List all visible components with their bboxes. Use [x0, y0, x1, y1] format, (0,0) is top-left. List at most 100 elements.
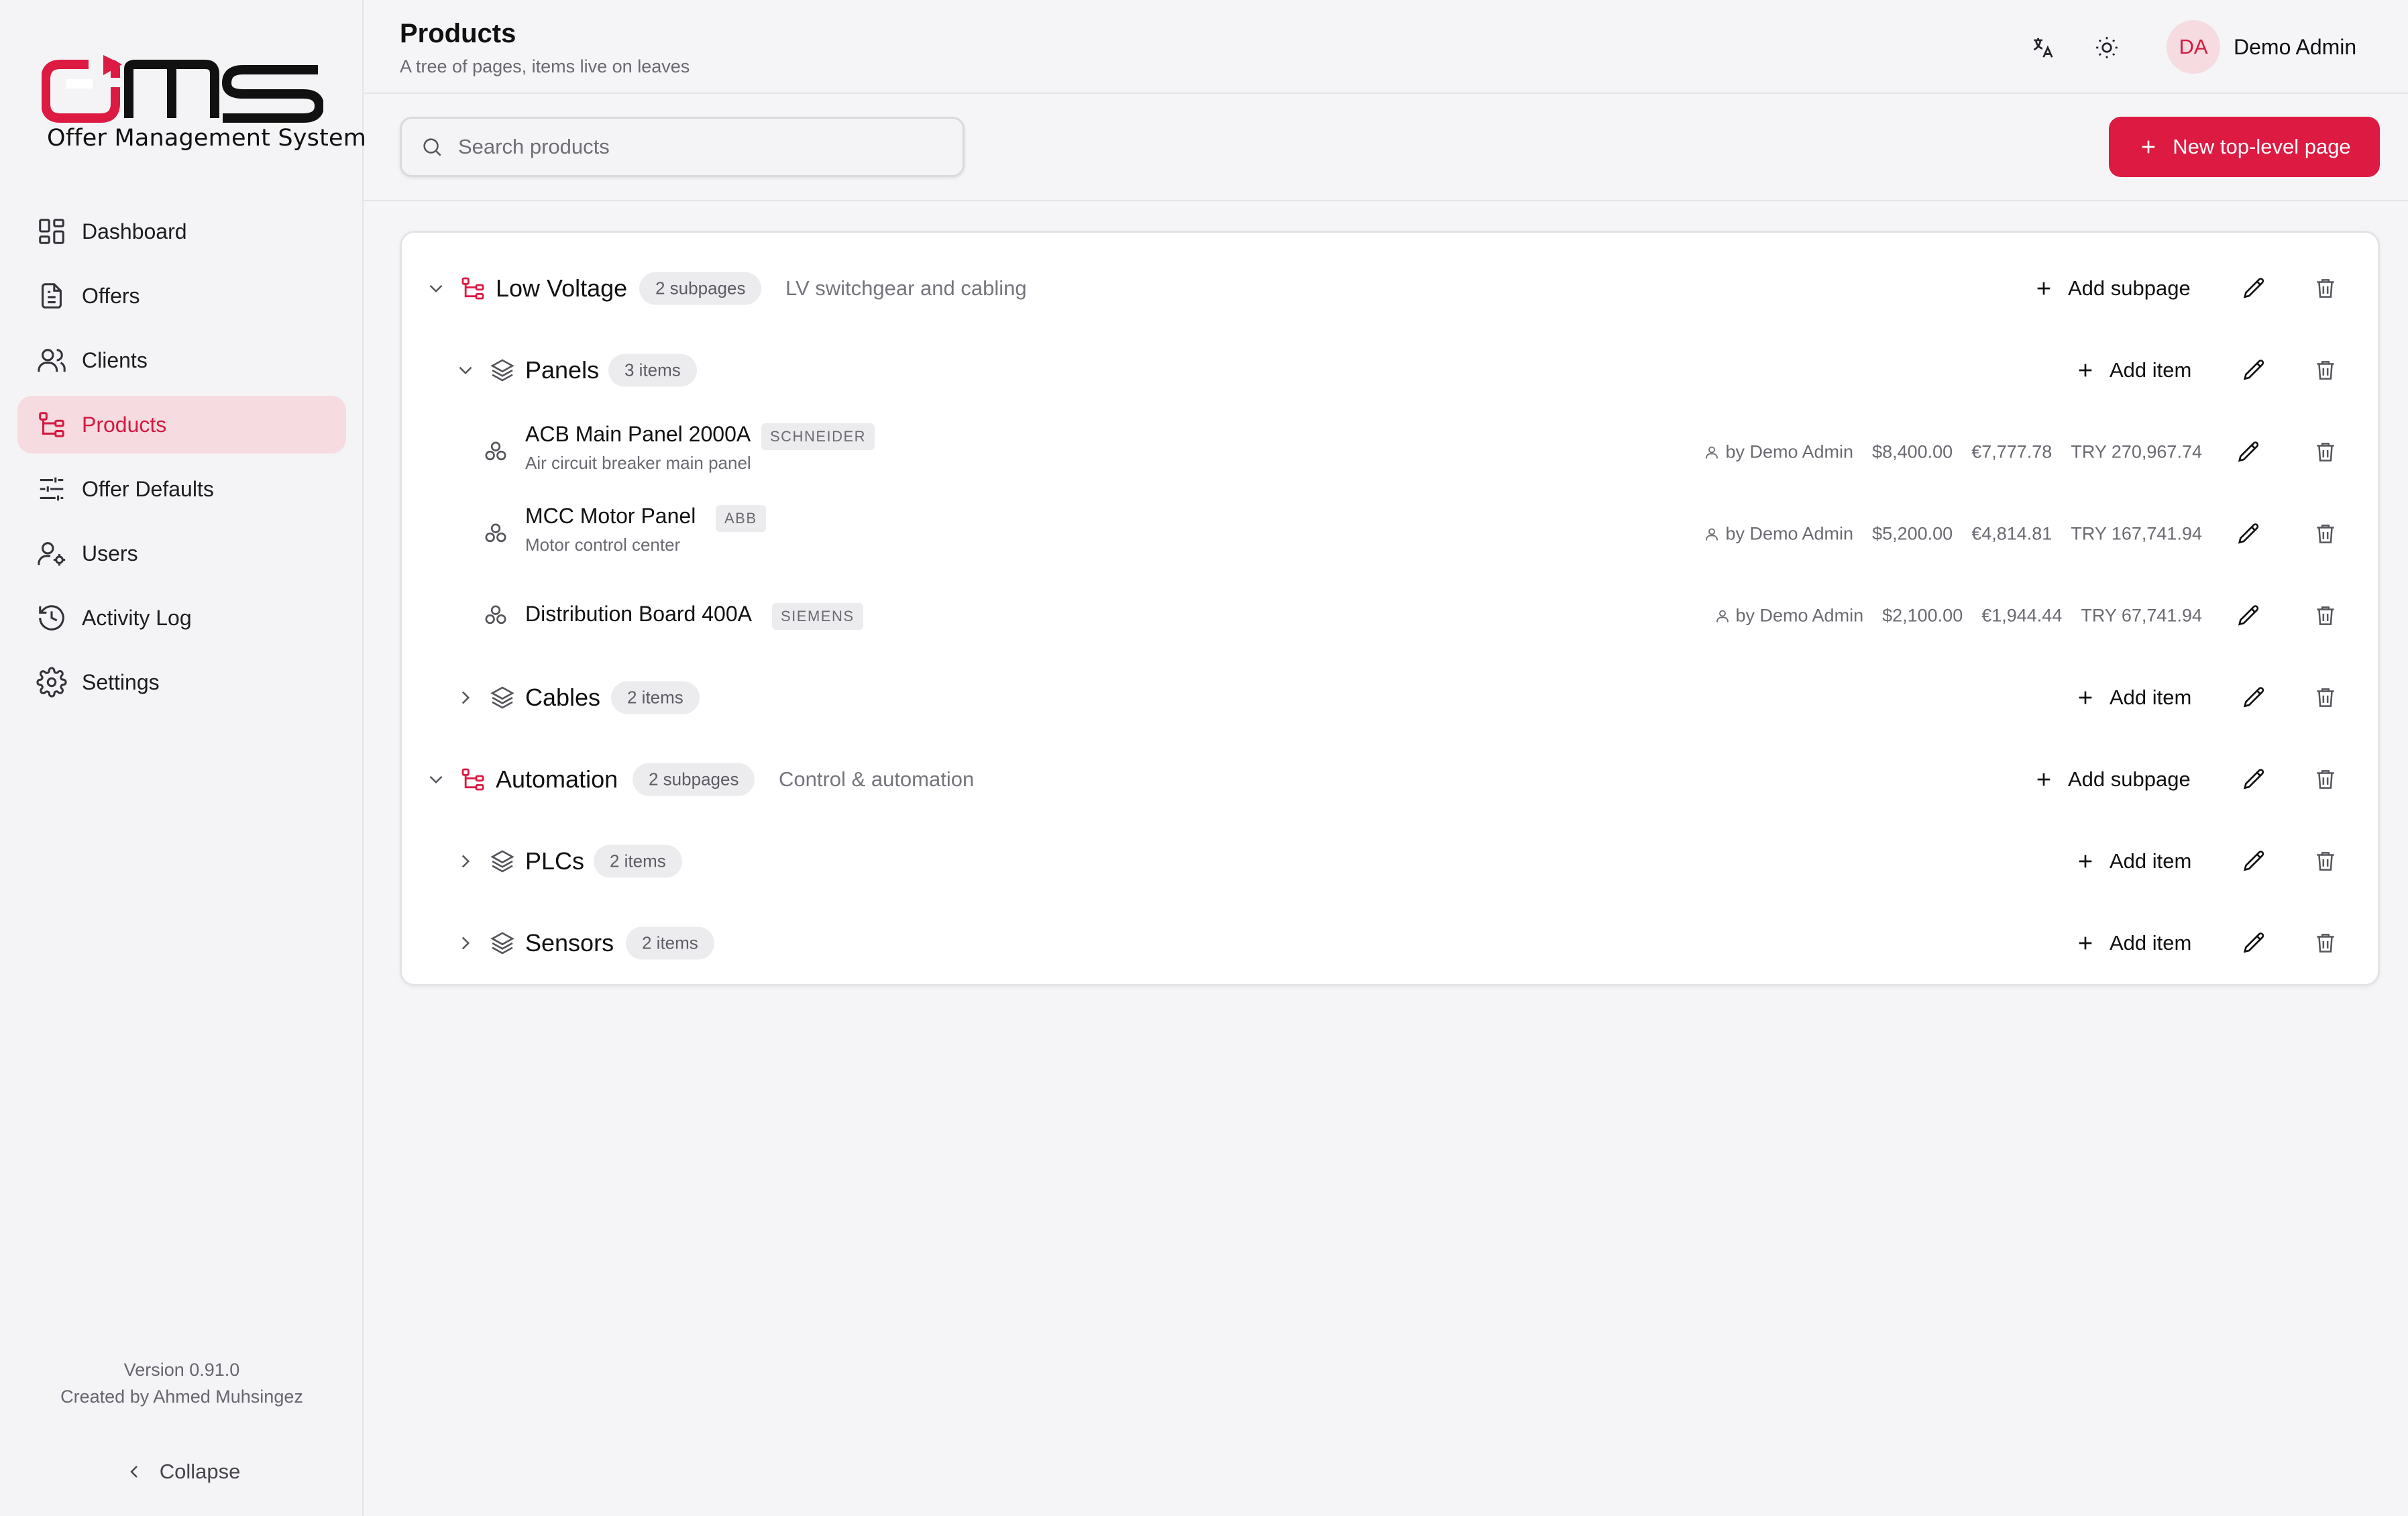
sidebar-item-label: Users [82, 541, 138, 565]
sidebar-nav: Dashboard Offers Clients Products Offer … [17, 203, 346, 718]
delete-button[interactable] [2311, 356, 2340, 385]
subpage-name: Cables [525, 684, 601, 711]
collapse-button[interactable]: Collapse [0, 1454, 364, 1489]
components-icon [485, 605, 506, 625]
add-subpage-label: Add subpage [2068, 276, 2191, 300]
product-item-row[interactable]: ACB Main Panel 2000A SCHNEIDER Air circu… [402, 411, 2378, 493]
user-name: Demo Admin [2234, 34, 2357, 59]
sidebar-item-settings[interactable]: Settings [17, 653, 346, 711]
tree-page-row[interactable]: Low Voltage 2 subpages LV switchgear and… [402, 248, 2378, 329]
chevron-down-icon[interactable] [454, 359, 477, 382]
sidebar-item-dashboard[interactable]: Dashboard [17, 203, 346, 260]
edit-button[interactable] [2240, 847, 2269, 876]
layers-icon [490, 686, 514, 709]
add-subpage-button[interactable]: Add subpage [2033, 268, 2191, 309]
delete-button[interactable] [2311, 683, 2340, 712]
sidebar-item-activity-log[interactable]: Activity Log [17, 589, 346, 647]
trash-icon [2317, 770, 2334, 789]
subpage-name: PLCs [525, 847, 585, 875]
item-description: Air circuit breaker main panel [525, 453, 751, 473]
delete-button[interactable] [2311, 765, 2340, 794]
add-item-button[interactable]: Add item [2075, 841, 2191, 881]
chevron-down-icon[interactable] [425, 277, 447, 300]
product-tree: Low Voltage 2 subpages LV switchgear and… [400, 231, 2380, 986]
product-item-row[interactable]: Distribution Board 400A SIEMENS by Demo … [402, 575, 2378, 657]
add-item-button[interactable]: Add item [2075, 350, 2191, 390]
plus-icon [2079, 691, 2092, 704]
sidebar-item-label: Offer Defaults [82, 476, 214, 501]
credit-text: Created by Ahmed Muhsingez [60, 1387, 303, 1407]
tree-subpage-row[interactable]: Panels 3 items Add item [402, 329, 2378, 411]
edit-button[interactable] [2234, 519, 2264, 549]
sidebar-item-offers[interactable]: Offers [17, 267, 346, 325]
chevron-down-icon[interactable] [425, 768, 447, 791]
plus-icon [2037, 282, 2050, 295]
page-name: Low Voltage [496, 274, 628, 302]
edit-button[interactable] [2240, 356, 2269, 385]
theme-toggle-button[interactable] [2089, 30, 2125, 66]
user-icon [1706, 528, 1718, 540]
delete-button[interactable] [2311, 274, 2340, 303]
delete-button[interactable] [2311, 519, 2340, 549]
edit-button[interactable] [2234, 601, 2264, 631]
sidebar-item-products[interactable]: Products [17, 396, 346, 453]
sidebar-item-clients[interactable]: Clients [17, 331, 346, 389]
edit-button[interactable] [2240, 765, 2269, 794]
brand-badge: ABB [716, 505, 766, 532]
product-item-row[interactable]: MCC Motor Panel ABB Motor control center… [402, 493, 2378, 575]
item-name: ACB Main Panel 2000A [525, 422, 751, 446]
pencil-icon [2243, 360, 2264, 380]
search-box[interactable] [400, 117, 965, 177]
price-try: TRY 67,741.94 [2081, 605, 2202, 626]
add-item-button[interactable]: Add item [2075, 923, 2191, 963]
delete-button[interactable] [2311, 601, 2340, 631]
page-description: Control & automation [779, 767, 975, 791]
chevron-right-icon[interactable] [454, 932, 477, 955]
tree-icon [461, 768, 484, 791]
search-input[interactable] [458, 135, 928, 159]
delete-button[interactable] [2311, 847, 2340, 876]
edit-button[interactable] [2240, 274, 2269, 303]
dashboard-icon [36, 216, 67, 247]
logo[interactable]: Offer Management System [42, 55, 366, 162]
item-name: Distribution Board 400A [525, 602, 752, 626]
item-name: MCC Motor Panel [525, 504, 696, 528]
trash-icon [2317, 361, 2334, 380]
trash-icon [2317, 852, 2334, 871]
sidebar-item-users[interactable]: Users [17, 525, 346, 582]
tree-page-row[interactable]: Automation 2 subpages Control & automati… [402, 739, 2378, 820]
tree-subpage-row[interactable]: Sensors 2 items Add item [402, 902, 2378, 984]
user-menu[interactable]: DA Demo Admin [2167, 19, 2356, 75]
user-icon [1706, 446, 1718, 458]
layers-icon [490, 932, 514, 955]
add-item-button[interactable]: Add item [2075, 678, 2191, 718]
layers-icon [490, 850, 514, 873]
new-top-level-page-button[interactable]: New top-level page [2109, 117, 2380, 177]
translate-icon [2033, 38, 2053, 58]
sidebar-item-offer-defaults[interactable]: Offer Defaults [17, 460, 346, 518]
tree-subpage-row[interactable]: Cables 2 items Add item [402, 657, 2378, 739]
page-title: Products [400, 19, 516, 48]
pencil-icon [2238, 523, 2259, 544]
page-header: Products A tree of pages, items live on … [364, 0, 2408, 94]
trash-icon [2317, 606, 2334, 625]
edit-button[interactable] [2234, 437, 2264, 467]
chevron-right-icon[interactable] [454, 850, 477, 873]
item-description: Motor control center [525, 535, 681, 555]
delete-button[interactable] [2311, 928, 2340, 958]
tree-icon [36, 409, 67, 440]
language-button[interactable] [2024, 30, 2061, 66]
tree-subpage-row[interactable]: PLCs 2 items Add item [402, 820, 2378, 902]
search-icon [423, 138, 441, 156]
add-subpage-button[interactable]: Add subpage [2033, 759, 2191, 800]
delete-button[interactable] [2311, 437, 2340, 467]
chevron-right-icon[interactable] [454, 686, 477, 709]
add-subpage-label: Add subpage [2068, 767, 2191, 791]
tree-icon [461, 277, 484, 300]
sun-icon [2096, 37, 2118, 58]
gear-icon [36, 667, 67, 698]
price-try: TRY 270,967.74 [2071, 441, 2202, 462]
history-icon [36, 602, 67, 633]
edit-button[interactable] [2240, 683, 2269, 712]
edit-button[interactable] [2240, 928, 2269, 958]
